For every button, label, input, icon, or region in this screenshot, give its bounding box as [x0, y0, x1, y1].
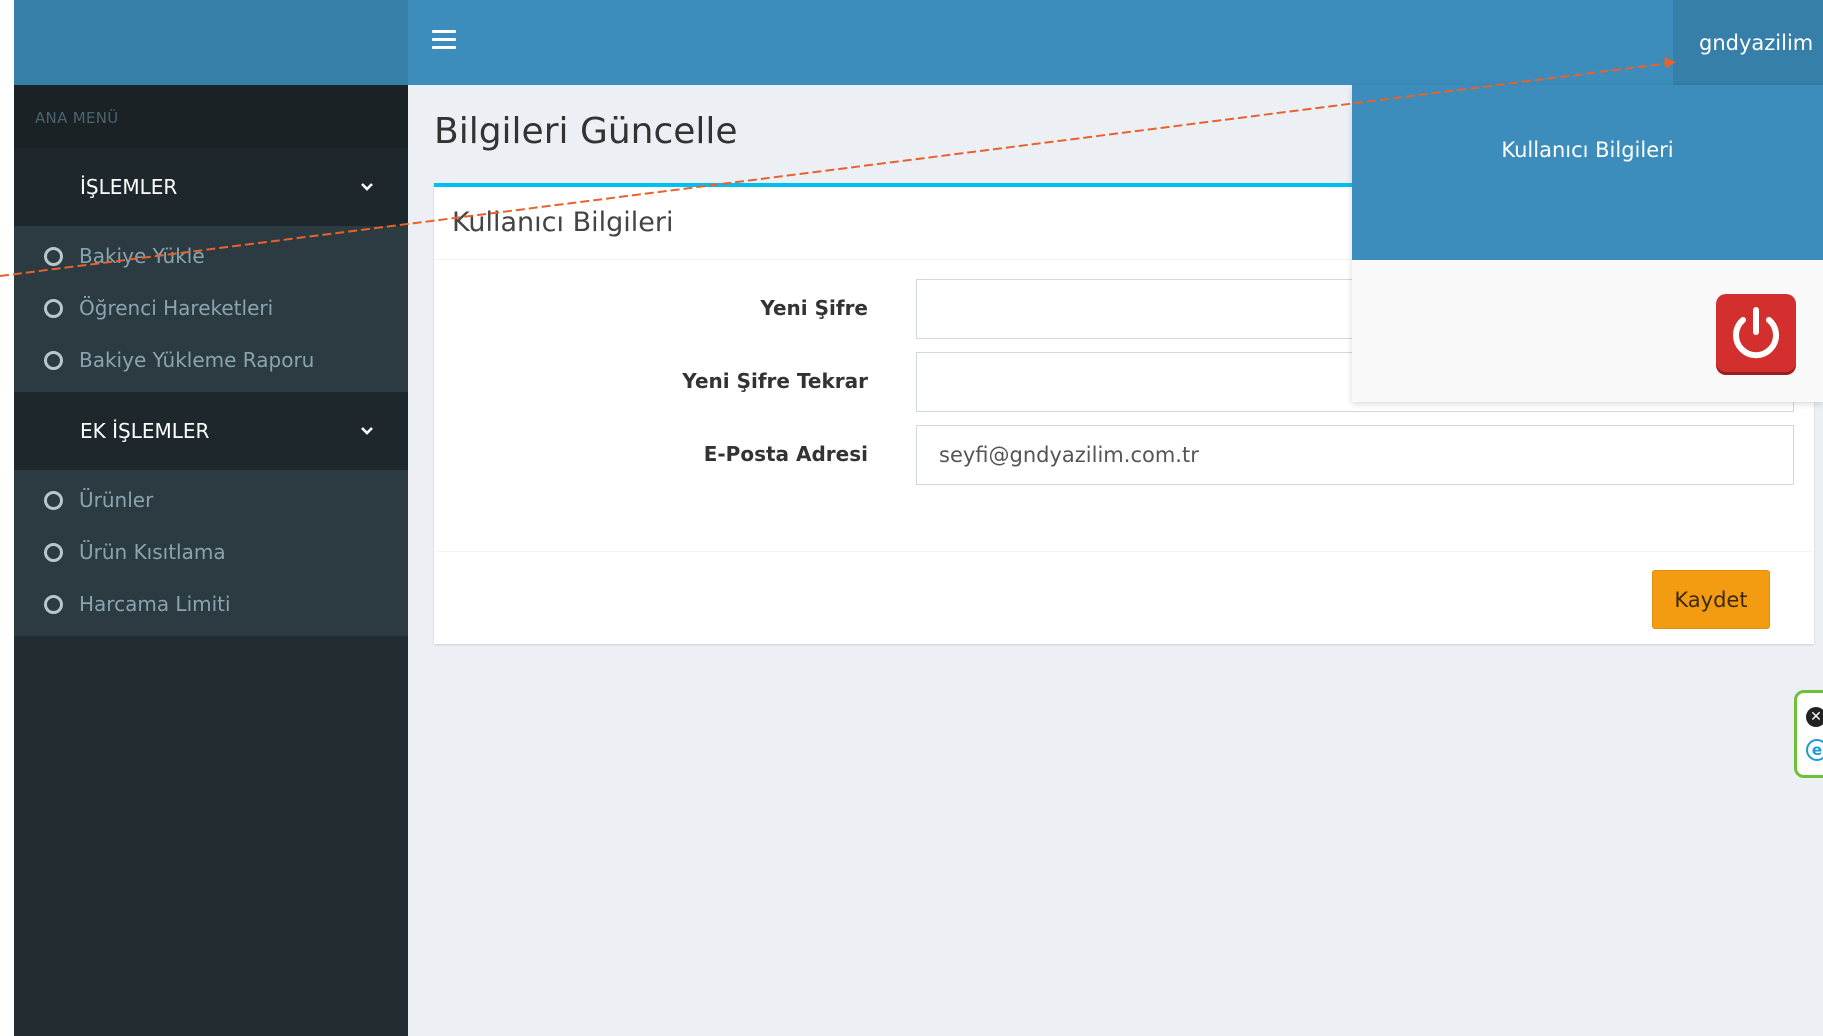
sidebar-item-label: Harcama Limiti [79, 592, 231, 616]
sidebar-item-bakiye-yukleme-raporu[interactable]: Bakiye Yükleme Raporu [14, 334, 408, 386]
circle-icon [44, 594, 63, 614]
dropdown-footer [1352, 260, 1823, 402]
new-password-label: Yeni Şifre [760, 296, 868, 320]
save-button[interactable]: Kaydet [1652, 570, 1770, 629]
circle-icon [44, 298, 63, 318]
user-menu-toggle[interactable]: gndyazilim [1673, 0, 1823, 85]
sidebar-group-ek-islemler[interactable]: EK İŞLEMLER [14, 392, 408, 470]
sidebar-item-label: Bakiye Yükleme Raporu [79, 348, 315, 372]
page-title: Bilgileri Güncelle [434, 111, 738, 152]
sidebar-item-label: Ürünler [79, 488, 154, 512]
username-label: gndyazilim [1699, 30, 1814, 55]
chevron-down-icon [361, 183, 373, 191]
form-row-email: E-Posta Adresi [434, 425, 1814, 485]
sidebar-item-label: Ürün Kısıtlama [79, 540, 226, 564]
power-icon[interactable] [1716, 294, 1796, 372]
user-dropdown-menu: Kullanıcı Bilgileri [1352, 85, 1823, 402]
new-password-repeat-label: Yeni Şifre Tekrar [682, 369, 868, 393]
sidebar: ANA MENÜ İŞLEMLER Bakiye Yükle Öğrenci H… [14, 0, 408, 1036]
chevron-down-icon [361, 427, 373, 435]
sidebar-menu-header: ANA MENÜ [14, 85, 408, 148]
email-field[interactable] [916, 425, 1794, 485]
email-label: E-Posta Adresi [703, 442, 868, 466]
sidebar-submenu-ek-islemler: Ürünler Ürün Kısıtlama Harcama Limiti [14, 470, 408, 636]
top-navbar: gndyazilim [408, 0, 1823, 85]
sidebar-item-label: Öğrenci Hareketleri [79, 296, 274, 320]
left-edge-strip [0, 0, 14, 1036]
box-footer: Kaydet [434, 551, 1814, 648]
circle-icon [44, 542, 63, 562]
sidebar-item-urun-kisitlama[interactable]: Ürün Kısıtlama [14, 526, 408, 578]
circle-icon [44, 490, 63, 510]
sidebar-group-label: EK İŞLEMLER [80, 419, 210, 443]
sidebar-group-islemler[interactable]: İŞLEMLER [14, 148, 408, 226]
hamburger-icon[interactable] [432, 30, 456, 54]
dropdown-header: Kullanıcı Bilgileri [1352, 85, 1823, 260]
sidebar-item-harcama-limiti[interactable]: Harcama Limiti [14, 578, 408, 630]
sidebar-logo-area [14, 0, 408, 85]
sidebar-group-label: İŞLEMLER [80, 175, 178, 199]
dropdown-header-label: Kullanıcı Bilgileri [1501, 138, 1674, 162]
circle-icon [44, 246, 63, 266]
floating-widget[interactable]: ✕ e [1794, 690, 1823, 778]
sidebar-item-label: Bakiye Yükle [79, 244, 205, 268]
sidebar-item-urunler[interactable]: Ürünler [14, 474, 408, 526]
sidebar-item-ogrenci-hareketleri[interactable]: Öğrenci Hareketleri [14, 282, 408, 334]
sidebar-submenu-islemler: Bakiye Yükle Öğrenci Hareketleri Bakiye … [14, 226, 408, 392]
close-icon[interactable]: ✕ [1806, 707, 1823, 727]
circle-icon [44, 350, 63, 370]
sidebar-item-bakiye-yukle[interactable]: Bakiye Yükle [14, 230, 408, 282]
e-icon: e [1806, 739, 1823, 761]
